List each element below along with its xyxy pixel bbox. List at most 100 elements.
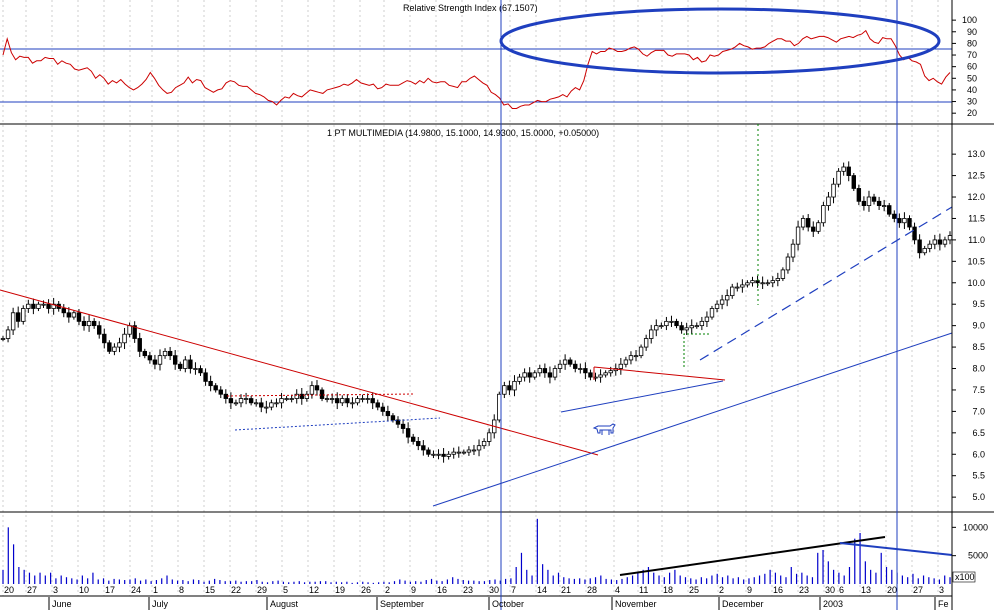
price-tick-label: 10.0 (967, 278, 985, 288)
candle-body (233, 402, 239, 405)
candle-body (117, 342, 122, 348)
x-day-label: 9 (747, 585, 752, 595)
candle-body (674, 320, 679, 327)
candle-body (846, 166, 851, 176)
candle-body (0, 338, 6, 340)
candle-body (532, 372, 537, 378)
candle-body (552, 368, 558, 378)
x-day-label: 14 (537, 585, 547, 595)
x-day-label: 21 (561, 585, 571, 595)
x-month-label: November (615, 599, 657, 609)
x-day-label: 12 (309, 585, 319, 595)
candle-body (405, 428, 411, 438)
candle-body (800, 218, 806, 228)
x-day-label: 16 (437, 585, 447, 595)
candle-body (724, 295, 730, 301)
candle-body (780, 269, 786, 279)
price-title: 1 PT MULTIMEDIA (14.9800, 15.1000, 14.93… (327, 128, 599, 138)
candle-body (335, 398, 340, 404)
x-day-label: 20 (4, 585, 14, 595)
candle-body (522, 372, 527, 378)
x-month-label: June (52, 599, 72, 609)
candle-body (31, 303, 36, 309)
candle-body (512, 380, 517, 391)
candle-body (188, 359, 193, 369)
candle-body (745, 282, 750, 286)
volume-tick-label: 10000 (963, 522, 988, 532)
rsi-tick-label: 30 (967, 97, 977, 107)
rsi-tick-label: 80 (967, 38, 977, 48)
x-day-label: 25 (689, 585, 699, 595)
x-day-label: 30 (825, 585, 835, 595)
candle-body (730, 286, 735, 297)
candle-body (178, 363, 183, 369)
candle-body (289, 398, 294, 400)
price-tick-label: 6.0 (972, 449, 985, 459)
candle-body (821, 205, 826, 224)
x-day-label: 30 (489, 585, 499, 595)
candle-body (557, 363, 563, 369)
x-day-label: 2 (385, 585, 390, 595)
candle-body (861, 200, 867, 206)
candle-body (416, 441, 421, 447)
x-day-label: 1 (153, 585, 158, 595)
candle-body (684, 327, 689, 331)
x-month-label: October (492, 599, 524, 609)
price-tick-label: 8.0 (972, 364, 985, 374)
candle-body (750, 280, 755, 284)
candle-body (274, 402, 279, 405)
candle-body (871, 196, 877, 202)
candle-body (10, 312, 16, 331)
x-day-label: 29 (257, 585, 267, 595)
candle-body (213, 385, 218, 391)
candle-body (937, 239, 943, 245)
candle-body (71, 312, 77, 318)
x-day-label: 3 (939, 585, 944, 595)
candle-body (365, 398, 370, 400)
candle-body (942, 239, 948, 245)
x-day-label: 16 (773, 585, 783, 595)
candle-body (456, 451, 461, 454)
candle-body (826, 196, 831, 206)
candle-body (26, 303, 31, 309)
x-day-label: 5 (283, 585, 288, 595)
candle-body (314, 385, 320, 391)
candle-body (375, 402, 380, 408)
candle-body (66, 312, 72, 318)
x-day-label: 6 (839, 585, 844, 595)
candle-body (284, 398, 289, 400)
candle-body (152, 359, 158, 365)
candle-body (719, 299, 725, 305)
candle-body (254, 402, 259, 405)
x-day-label: 17 (105, 585, 115, 595)
candle-body (588, 372, 593, 378)
candle-body (198, 368, 203, 374)
candle-body (238, 398, 244, 404)
candle-body (319, 389, 325, 399)
candle-body (537, 368, 543, 374)
candle-body (340, 398, 345, 404)
price-tick-label: 6.5 (972, 428, 985, 438)
candle-body (471, 449, 477, 452)
x-day-label: 15 (205, 585, 215, 595)
candle-body (193, 368, 198, 370)
candle-body (446, 453, 451, 457)
candle-body (547, 372, 553, 378)
candle-body (866, 196, 872, 206)
candle-body (21, 308, 26, 322)
rsi-tick-label: 60 (967, 62, 977, 72)
candle-body (887, 205, 892, 215)
candle-body (208, 380, 213, 387)
rsi-tick-label: 40 (967, 85, 977, 95)
candle-body (856, 188, 862, 202)
x-month-label: August (270, 599, 299, 609)
candle-body (86, 320, 92, 327)
candle-body (46, 303, 51, 309)
candle-body (360, 398, 365, 400)
candle-body (345, 398, 350, 404)
candle-body (578, 368, 583, 370)
x-month-label: December (722, 599, 764, 609)
candle-body (97, 325, 102, 335)
candle-body (694, 325, 699, 328)
x-month-label: 2003 (823, 599, 843, 609)
